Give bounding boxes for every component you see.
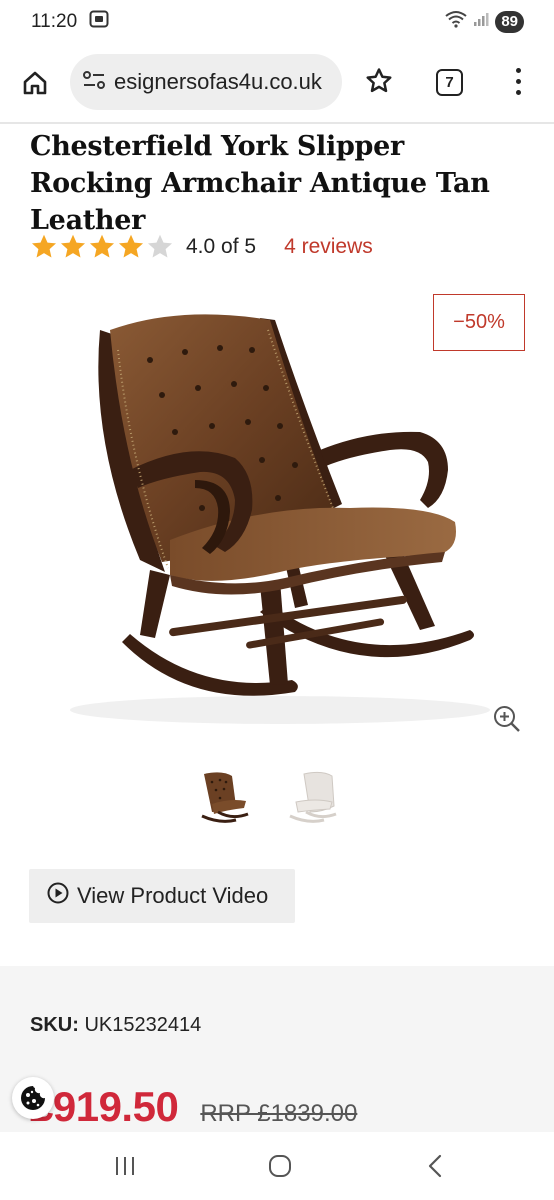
tab-switcher-icon[interactable]: 7 bbox=[436, 69, 463, 96]
kebab-menu-icon[interactable] bbox=[506, 64, 530, 98]
screenshot-indicator-icon bbox=[89, 10, 109, 34]
zoom-in-icon[interactable] bbox=[492, 704, 522, 734]
rating-row: 4.0 of 5 4 reviews bbox=[30, 232, 373, 262]
price-rrp: RRP £1839.00 bbox=[200, 1100, 358, 1127]
product-main-image[interactable] bbox=[30, 290, 526, 736]
site-settings-icon[interactable] bbox=[82, 70, 106, 95]
back-icon[interactable] bbox=[425, 1154, 445, 1178]
sku-label: SKU: bbox=[30, 1014, 79, 1036]
status-time: 11:20 bbox=[31, 11, 78, 32]
status-bar: 11:20 89 bbox=[0, 0, 554, 44]
browser-toolbar: esignersofas4u.co.uk 7 bbox=[0, 46, 554, 118]
home-icon[interactable] bbox=[18, 66, 52, 100]
star-empty-icon bbox=[147, 234, 173, 258]
video-button-label: View Product Video bbox=[77, 883, 269, 908]
star-icon[interactable] bbox=[362, 64, 396, 98]
battery-indicator: 89 bbox=[495, 11, 524, 33]
system-nav-bar bbox=[0, 1132, 554, 1200]
thumbnail-brown[interactable] bbox=[196, 768, 252, 824]
signal-icon bbox=[473, 11, 489, 33]
wifi-icon bbox=[445, 10, 467, 34]
discount-badge: −50% bbox=[433, 294, 525, 351]
star-filled-icon bbox=[31, 234, 57, 258]
product-title: Chesterfield York Slipper Rocking Armcha… bbox=[30, 131, 490, 236]
toolbar-divider bbox=[0, 122, 554, 124]
star-filled-icon bbox=[118, 234, 144, 258]
thumbnail-white[interactable] bbox=[286, 768, 342, 824]
recent-apps-icon[interactable] bbox=[113, 1154, 137, 1178]
star-filled-icon bbox=[89, 234, 115, 258]
play-circle-icon bbox=[47, 882, 69, 910]
view-product-video-button[interactable]: View Product Video bbox=[29, 869, 295, 923]
star-filled-icon bbox=[60, 234, 86, 258]
sku-value: UK15232414 bbox=[84, 1014, 202, 1036]
address-bar[interactable]: esignersofas4u.co.uk bbox=[70, 54, 342, 110]
system-home-icon[interactable] bbox=[268, 1154, 292, 1178]
reviews-link[interactable]: 4 reviews bbox=[284, 235, 373, 259]
price-row: £919.50 RRP £1839.00 bbox=[30, 1083, 357, 1131]
sku-row: SKU: UK15232414 bbox=[30, 1014, 201, 1037]
url-text: esignersofas4u.co.uk bbox=[114, 69, 322, 94]
rating-text: 4.0 of 5 bbox=[186, 235, 257, 258]
cookie-icon[interactable] bbox=[12, 1077, 54, 1119]
star-rating bbox=[30, 233, 174, 261]
